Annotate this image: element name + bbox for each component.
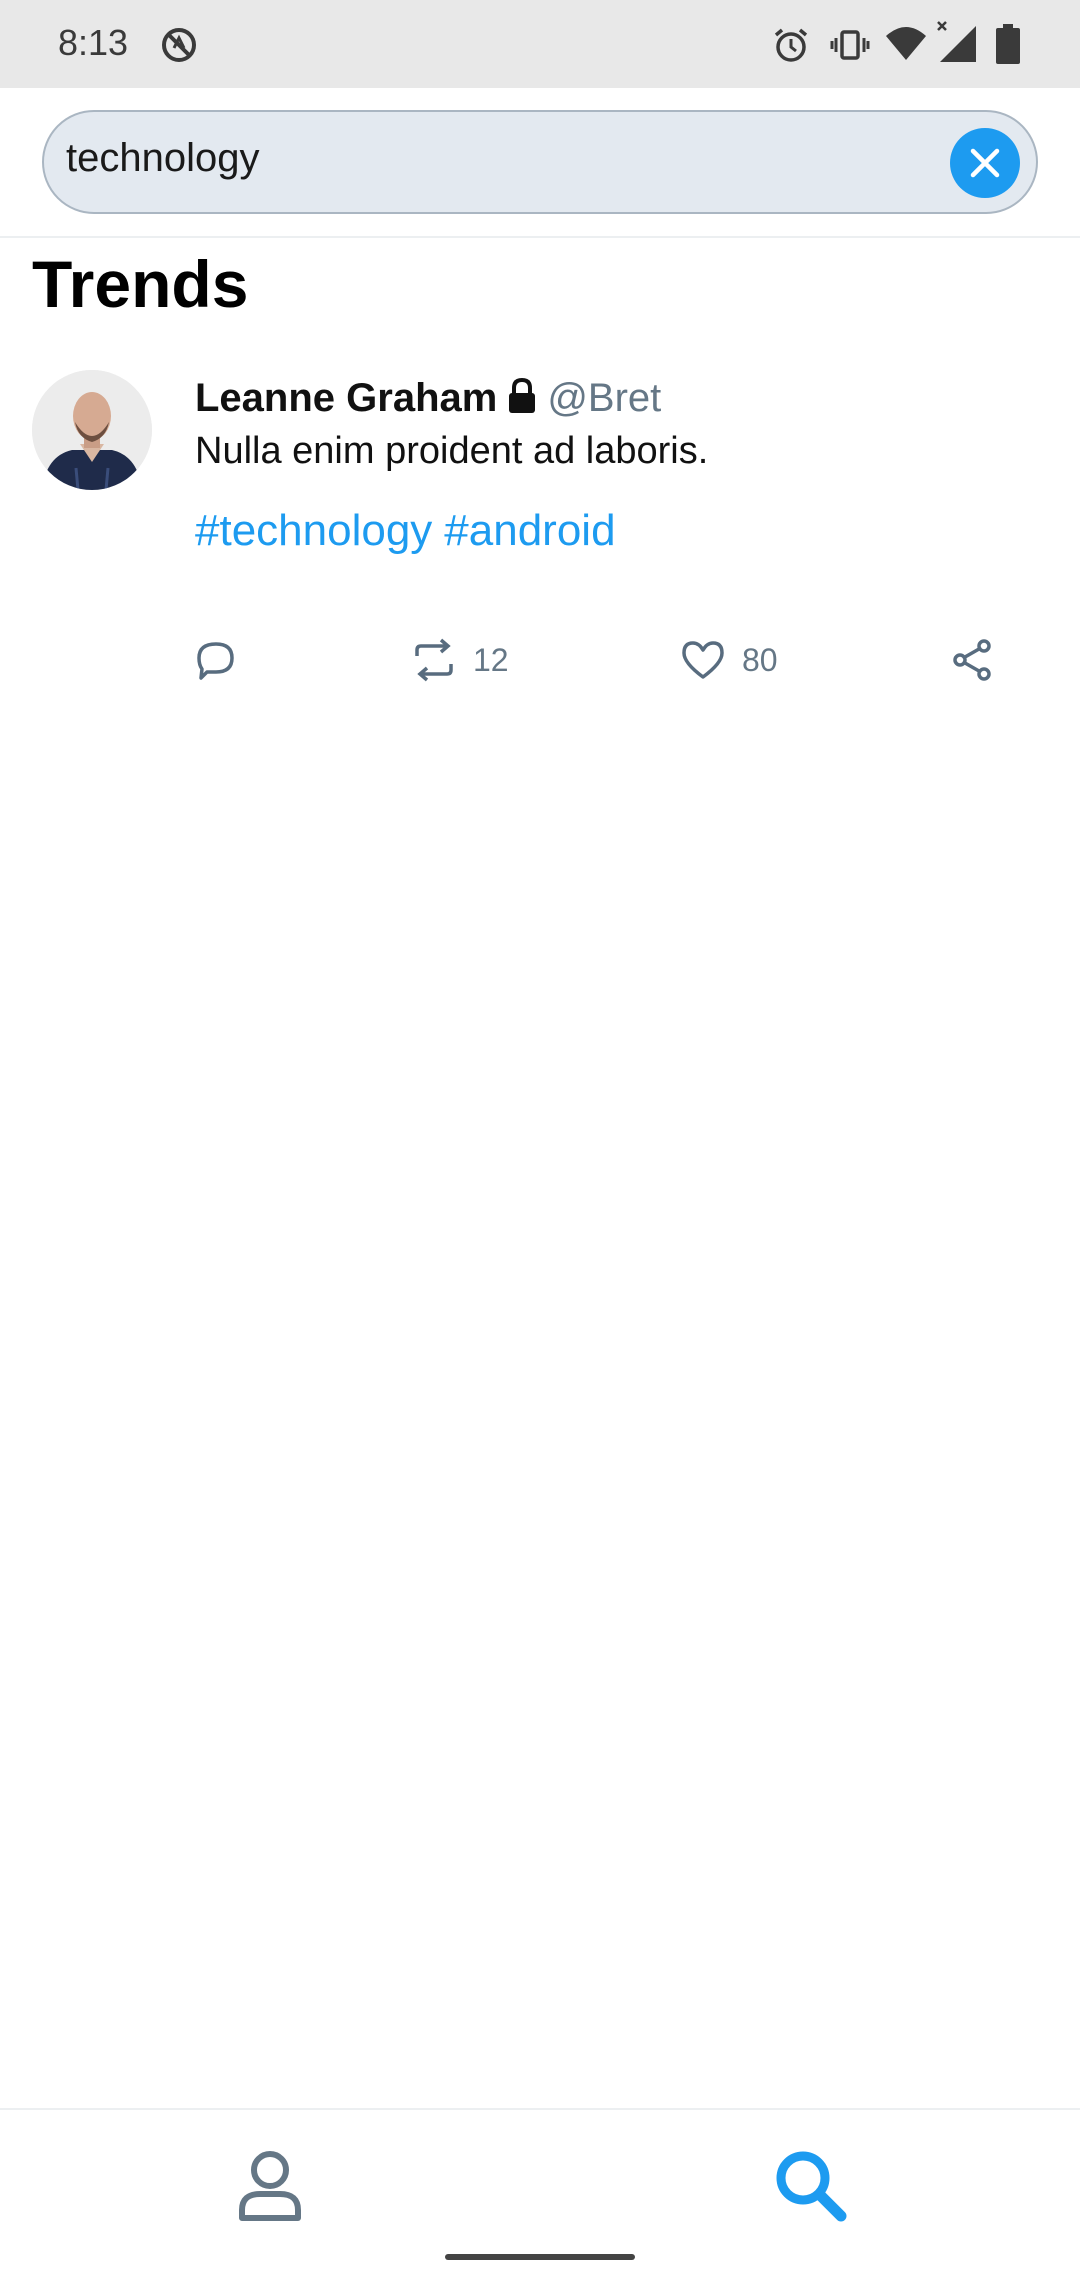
tweet-card[interactable]: Leanne Graham @Bret Nulla enim proident … <box>0 360 1080 700</box>
reply-button[interactable] <box>195 630 237 690</box>
author-name[interactable]: Leanne Graham <box>195 376 497 420</box>
profile-icon <box>239 2151 301 2221</box>
avatar[interactable] <box>32 370 152 490</box>
search-bar: technology <box>0 88 1080 238</box>
hashtags: #technology #android <box>195 506 628 556</box>
search-input[interactable]: technology <box>42 110 1038 214</box>
close-icon <box>970 148 1000 178</box>
battery-icon <box>994 24 1022 64</box>
search-icon <box>776 2151 847 2222</box>
alarm-icon <box>772 26 810 64</box>
search-query[interactable]: technology <box>66 136 259 181</box>
status-time: 8:13 <box>58 22 129 63</box>
share-icon <box>953 639 991 681</box>
like-count: 80 <box>742 641 778 678</box>
status-bar: 8:13 <box>0 0 1080 88</box>
screen: 8:13 technology Trends Leanne Graham @Br… <box>0 0 1080 2280</box>
nav-search-tab[interactable] <box>765 2140 855 2230</box>
author-handle[interactable]: @Bret <box>547 376 661 420</box>
do-not-disturb-icon <box>160 26 198 64</box>
vibrate-icon <box>830 26 870 64</box>
hashtag-link[interactable]: #android <box>444 506 615 555</box>
wifi-icon <box>884 24 928 64</box>
retweet-count: 12 <box>473 641 509 678</box>
like-button[interactable]: 80 <box>680 630 778 690</box>
clear-search-button[interactable] <box>950 128 1020 198</box>
retweet-button[interactable]: 12 <box>411 630 509 690</box>
heart-icon <box>682 641 724 679</box>
share-button[interactable] <box>952 630 994 690</box>
lock-icon <box>507 377 537 419</box>
nav-profile-tab[interactable] <box>225 2140 315 2230</box>
reply-icon <box>197 642 234 680</box>
page-title: Trends <box>32 247 249 321</box>
retweet-icon <box>415 638 453 682</box>
tweet-header: Leanne Graham @Bret <box>195 376 661 421</box>
gesture-navigation-bar[interactable] <box>445 2254 635 2260</box>
tweet-text: Nulla enim proident ad laboris. <box>195 430 709 472</box>
tweet-actions: 12 80 <box>0 630 1080 690</box>
hashtag-link[interactable]: #technology <box>195 506 432 555</box>
cellular-signal-icon <box>934 20 980 64</box>
